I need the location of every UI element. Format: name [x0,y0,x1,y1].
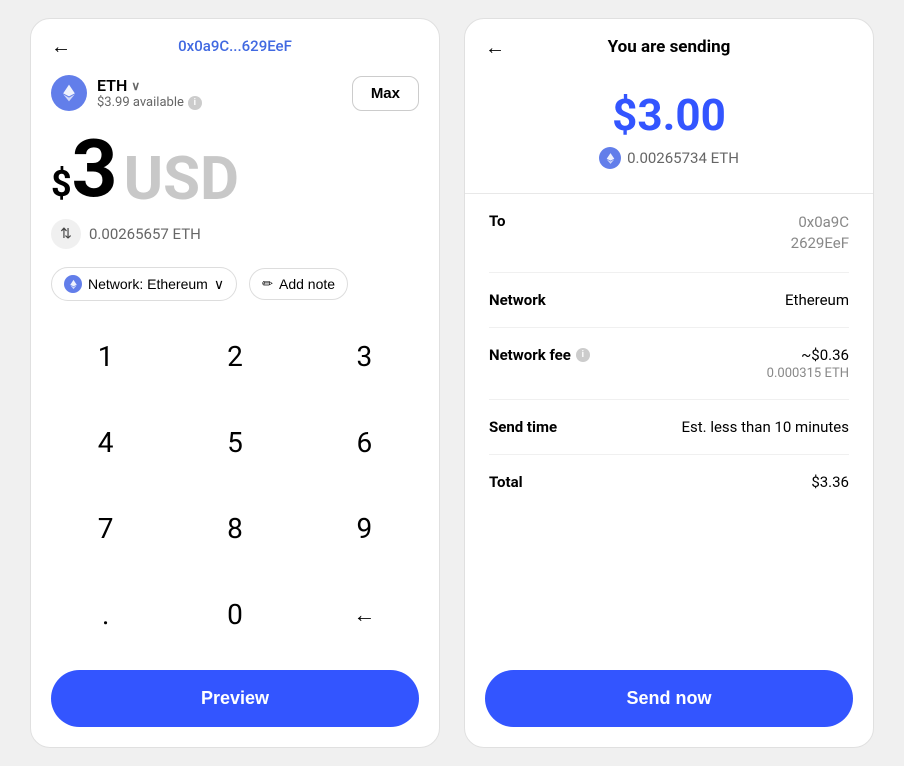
network-row: Network Ethereum [489,273,849,328]
numpad-key-0[interactable]: 0 [170,572,299,658]
network-eth-icon [64,275,82,293]
right-header: ← You are sending [465,19,873,69]
left-header: ← 0x0a9C...629EeF [31,19,439,67]
token-row: ETH ∨ $3.99 available i Max [31,67,439,119]
numpad-key-7[interactable]: 7 [41,486,170,572]
token-selector[interactable]: ETH ∨ $3.99 available i [51,75,202,111]
to-address-line2: 2629EeF [791,233,849,254]
sending-eth-amount: 0.00265734 ETH [627,149,739,167]
fee-info-icon[interactable]: i [576,348,590,362]
left-panel: ← 0x0a9C...629EeF ETH ∨ $3. [30,18,440,748]
network-detail-value: Ethereum [785,291,849,309]
total-label: Total [489,473,523,491]
back-button-right[interactable]: ← [485,35,505,60]
amount-display: $ 3 USD [31,119,439,213]
options-row: Network: Ethereum ∨ ✏ Add note [31,259,439,309]
dollar-sign: $ [51,163,72,205]
max-button[interactable]: Max [352,76,419,111]
transaction-details: To 0x0a9C 2629EeF Network Ethereum Netwo… [465,194,873,662]
balance-info-icon[interactable]: i [188,96,202,110]
wallet-address-left[interactable]: 0x0a9C...629EeF [178,37,292,55]
eth-equivalent-row: ⇅ 0.00265657 ETH [31,213,439,259]
token-chevron-icon: ∨ [131,79,140,93]
numpad-key-6[interactable]: 6 [300,399,429,485]
numpad-key-2[interactable]: 2 [170,313,299,399]
network-selector[interactable]: Network: Ethereum ∨ [51,267,237,301]
numpad-key-5[interactable]: 5 [170,399,299,485]
numpad-key-1[interactable]: 1 [41,313,170,399]
send-time-row: Send time Est. less than 10 minutes [489,400,849,455]
network-chevron-icon: ∨ [214,276,224,293]
token-balance: $3.99 available i [97,95,202,110]
right-panel: ← You are sending $3.00 0.00265734 ETH T… [464,18,874,748]
numpad-key-9[interactable]: 9 [300,486,429,572]
token-info: ETH ∨ $3.99 available i [97,76,202,110]
to-label: To [489,212,506,230]
add-note-button[interactable]: ✏ Add note [249,268,348,300]
total-value: $3.36 [811,473,849,491]
network-label: Network: Ethereum [88,276,208,292]
sending-eth-row: 0.00265734 ETH [599,147,739,169]
to-row: To 0x0a9C 2629EeF [489,194,849,273]
currency-label: USD [124,149,240,209]
swap-currency-button[interactable]: ⇅ [51,219,81,249]
amount-value: 3 [72,129,118,209]
pencil-icon: ✏ [262,276,273,292]
eth-token-icon [51,75,87,111]
right-title: You are sending [608,37,731,57]
sending-amount-section: $3.00 0.00265734 ETH [465,69,873,194]
send-now-button[interactable]: Send now [485,670,853,727]
numpad-key-4[interactable]: 4 [41,399,170,485]
sending-eth-icon [599,147,621,169]
fee-row: Network fee i ~$0.36 0.000315 ETH [489,328,849,400]
send-time-value: Est. less than 10 minutes [681,418,849,436]
preview-button[interactable]: Preview [51,670,419,727]
eth-amount-text: 0.00265657 ETH [89,225,201,243]
numpad-key-8[interactable]: 8 [170,486,299,572]
back-button-left[interactable]: ← [51,34,71,59]
note-label: Add note [279,276,335,292]
fee-usd-value: ~$0.36 [767,346,849,364]
numpad-key-dot[interactable]: . [41,572,170,658]
numpad-backspace[interactable]: ← [300,572,429,658]
sending-usd-amount: $3.00 [612,89,726,141]
to-address-line1: 0x0a9C [791,212,849,233]
fee-eth-value: 0.000315 ETH [767,366,849,381]
fee-label: Network fee [489,346,571,364]
numpad-key-3[interactable]: 3 [300,313,429,399]
network-detail-label: Network [489,291,546,309]
fee-label-container: Network fee i [489,346,590,364]
token-name: ETH ∨ [97,76,202,95]
total-row: Total $3.36 [489,455,849,509]
numpad: 1 2 3 4 5 6 7 8 9 . 0 ← [31,309,439,662]
send-time-label: Send time [489,418,557,436]
